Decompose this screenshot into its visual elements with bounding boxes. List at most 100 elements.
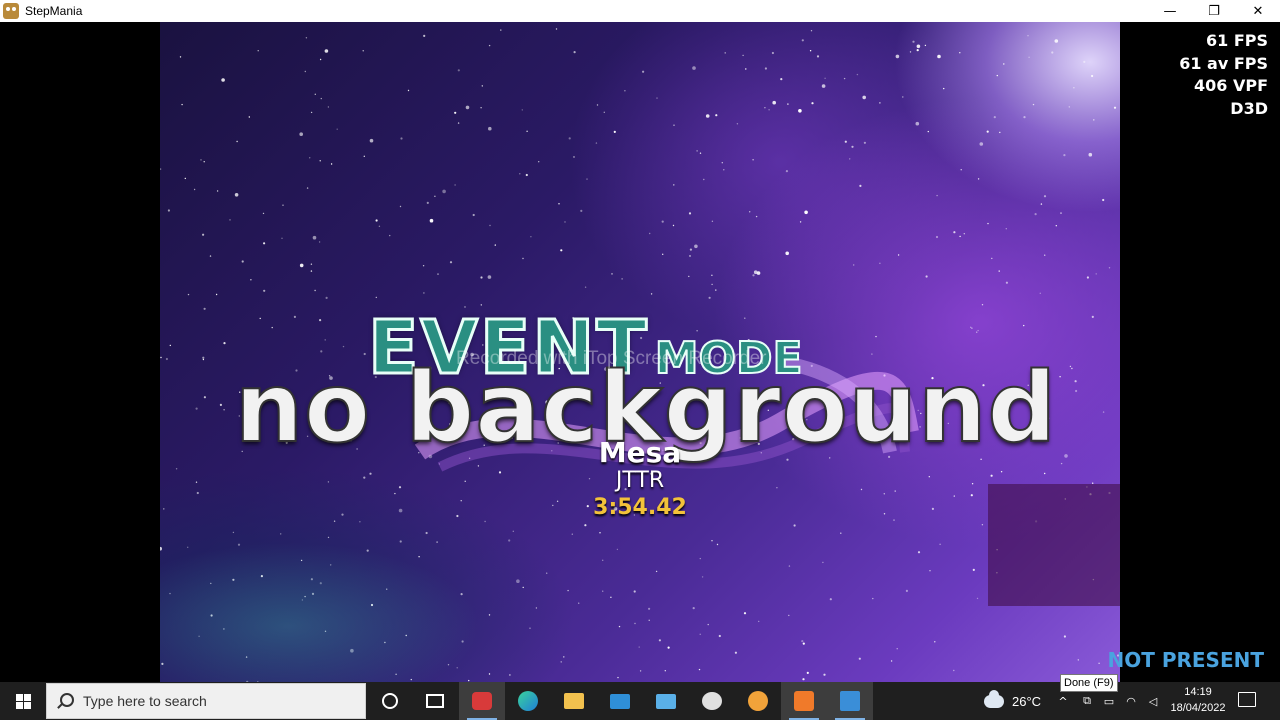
title-bar[interactable]: StepMania — ❐ ✕ <box>0 0 1280 22</box>
star <box>692 66 696 70</box>
star <box>526 130 528 132</box>
star <box>851 145 854 148</box>
star <box>167 209 170 212</box>
star <box>215 293 218 296</box>
screen-recorder-icon[interactable] <box>459 682 505 720</box>
weather-widget[interactable]: 26°C <box>984 682 1041 720</box>
star <box>649 232 651 235</box>
cortana-icon[interactable] <box>367 682 413 720</box>
star <box>711 540 713 542</box>
star <box>169 344 171 347</box>
file-explorer-icon[interactable] <box>551 682 597 720</box>
wifi-icon[interactable]: ◠ <box>1120 682 1142 720</box>
star <box>787 103 789 105</box>
app-icon[interactable] <box>689 682 735 720</box>
star <box>621 278 623 280</box>
edge-icon[interactable] <box>505 682 551 720</box>
star <box>987 222 989 225</box>
star <box>705 114 710 118</box>
game-viewport[interactable]: EVENT MODE no background Recorded with iT… <box>160 22 1120 682</box>
star <box>1093 119 1095 121</box>
star <box>711 283 713 286</box>
star <box>1095 273 1097 275</box>
close-button[interactable]: ✕ <box>1236 0 1280 22</box>
star <box>369 138 374 143</box>
star <box>658 639 661 642</box>
star <box>564 221 566 223</box>
star <box>617 676 619 679</box>
remote-desktop-icon[interactable] <box>643 682 689 720</box>
photos-icon[interactable] <box>827 682 873 720</box>
star <box>516 579 520 583</box>
star <box>599 532 601 534</box>
fps-readout: 61 FPS <box>1205 31 1268 50</box>
star <box>977 329 979 332</box>
star <box>707 623 709 626</box>
star <box>429 218 434 223</box>
star <box>793 524 796 527</box>
star <box>1005 228 1007 230</box>
stepmania-icon[interactable] <box>781 682 827 720</box>
star <box>375 296 377 299</box>
star <box>824 77 826 79</box>
star <box>1077 659 1079 661</box>
star <box>488 126 492 131</box>
star <box>758 620 760 623</box>
minimize-button[interactable]: — <box>1148 0 1192 22</box>
star <box>656 97 658 99</box>
star <box>943 87 945 90</box>
star <box>568 137 571 140</box>
star <box>699 152 702 154</box>
star <box>696 150 698 152</box>
star <box>849 158 851 160</box>
star <box>999 131 1001 134</box>
star <box>314 289 316 292</box>
star <box>209 255 212 257</box>
star <box>282 204 284 206</box>
star <box>801 39 804 42</box>
restore-button[interactable]: ❐ <box>1192 0 1236 22</box>
star <box>672 224 675 227</box>
star <box>494 244 496 246</box>
star <box>184 177 186 180</box>
star <box>935 235 939 239</box>
star <box>165 357 168 361</box>
star <box>488 614 491 616</box>
star <box>1044 254 1046 256</box>
star <box>299 132 303 136</box>
browser-icon[interactable] <box>735 682 781 720</box>
star <box>633 590 636 593</box>
search-box[interactable]: Type here to search <box>46 683 366 719</box>
star <box>715 289 717 291</box>
star <box>1005 281 1009 284</box>
clock[interactable]: 14:19 18/04/2022 <box>1166 684 1230 716</box>
star <box>306 187 309 189</box>
star <box>399 205 402 208</box>
star <box>1023 324 1025 327</box>
star <box>324 49 329 53</box>
star <box>216 190 219 192</box>
windows-logo-icon <box>15 693 31 709</box>
star <box>480 276 483 279</box>
notifications-icon[interactable] <box>1238 692 1256 707</box>
star <box>202 233 205 236</box>
star <box>723 169 725 171</box>
star <box>667 646 670 649</box>
star <box>375 219 378 222</box>
star <box>529 627 531 629</box>
star <box>953 231 956 234</box>
star <box>1091 74 1094 78</box>
star <box>998 270 1000 272</box>
star <box>319 319 322 322</box>
star <box>996 74 998 77</box>
mail-icon[interactable] <box>597 682 643 720</box>
volume-icon[interactable]: ◁ <box>1142 682 1164 720</box>
star <box>692 607 695 610</box>
star <box>1034 213 1037 216</box>
star <box>425 531 428 535</box>
star <box>560 661 562 663</box>
star <box>642 70 645 73</box>
task-view-icon[interactable] <box>412 682 458 720</box>
star <box>840 532 842 534</box>
start-button[interactable] <box>0 682 46 720</box>
